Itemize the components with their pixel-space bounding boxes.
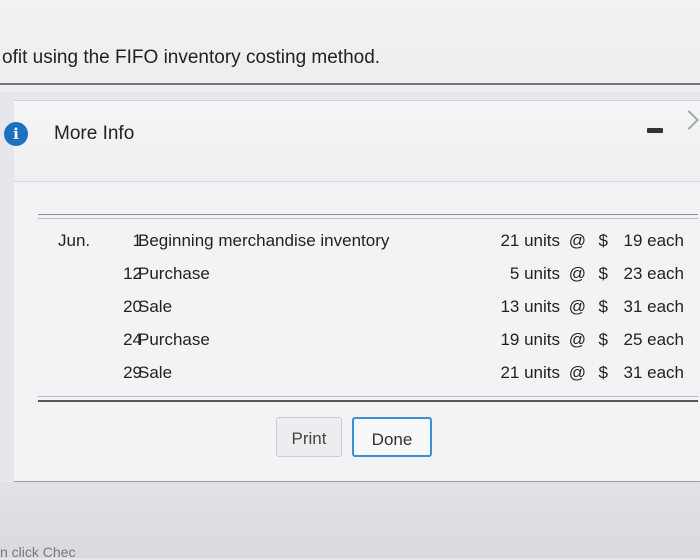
description-cell: Sale — [138, 363, 173, 382]
at-cell: @ — [568, 363, 586, 382]
units-cell: 21 units — [500, 363, 560, 382]
cost-cell: 23 each — [623, 264, 685, 283]
minimize-icon[interactable] — [647, 128, 663, 133]
at-cell: @ — [568, 264, 586, 283]
cost-cell: 25 each — [623, 330, 685, 349]
units-cell: 21 units — [500, 231, 560, 250]
dollar-cell: $ — [598, 297, 608, 316]
page-bottom-strip — [0, 482, 700, 558]
done-button[interactable]: Done — [352, 417, 432, 457]
cost-cell: 19 each — [623, 231, 685, 250]
dollar-cell: $ — [598, 363, 608, 382]
at-cell: @ — [568, 330, 586, 349]
table-row: Jun. 1 Beginning merchandise inventory 2… — [38, 224, 698, 257]
units-cell: 13 units — [500, 297, 560, 316]
table-row: 12 Purchase 5 units @ $ 23 each — [38, 257, 698, 290]
dollar-cell: $ — [598, 264, 608, 283]
description-cell: Purchase — [138, 330, 210, 349]
dialog-header: i More Info — [4, 101, 700, 182]
page-top-strip — [0, 0, 700, 92]
cost-cell: 31 each — [623, 297, 685, 316]
dialog-title: More Info — [54, 123, 135, 144]
at-cell: @ — [568, 231, 586, 250]
description-cell: Sale — [138, 297, 173, 316]
description-cell: Purchase — [138, 264, 210, 283]
table-row: 29 Sale 21 units @ $ 31 each — [38, 356, 698, 389]
chevron-right-icon[interactable] — [679, 110, 699, 130]
print-button[interactable]: Print — [276, 417, 342, 457]
units-cell: 5 units — [509, 264, 560, 283]
dialog-buttons: Print Done — [14, 417, 700, 463]
table-bottom-rule — [38, 396, 698, 397]
cost-cell: 31 each — [623, 363, 685, 382]
heading-divider — [0, 83, 700, 85]
units-cell: 19 units — [500, 330, 560, 349]
table-row: 24 Purchase 19 units @ $ 25 each — [38, 323, 698, 356]
description-cell: Beginning merchandise inventory — [138, 231, 390, 250]
dollar-cell: $ — [598, 231, 608, 250]
more-info-dialog: i More Info Jun. 1 Beginning merchandise… — [4, 100, 700, 483]
month-cell: Jun. — [58, 231, 91, 250]
at-cell: @ — [568, 297, 586, 316]
info-icon: i — [4, 122, 28, 146]
table-row: 20 Sale 13 units @ $ 31 each — [38, 290, 698, 323]
table-top-rule — [38, 218, 698, 219]
dollar-cell: $ — [598, 330, 608, 349]
inventory-table: Jun. 1 Beginning merchandise inventory 2… — [38, 214, 698, 402]
question-heading: ofit using the FIFO inventory costing me… — [2, 47, 381, 68]
